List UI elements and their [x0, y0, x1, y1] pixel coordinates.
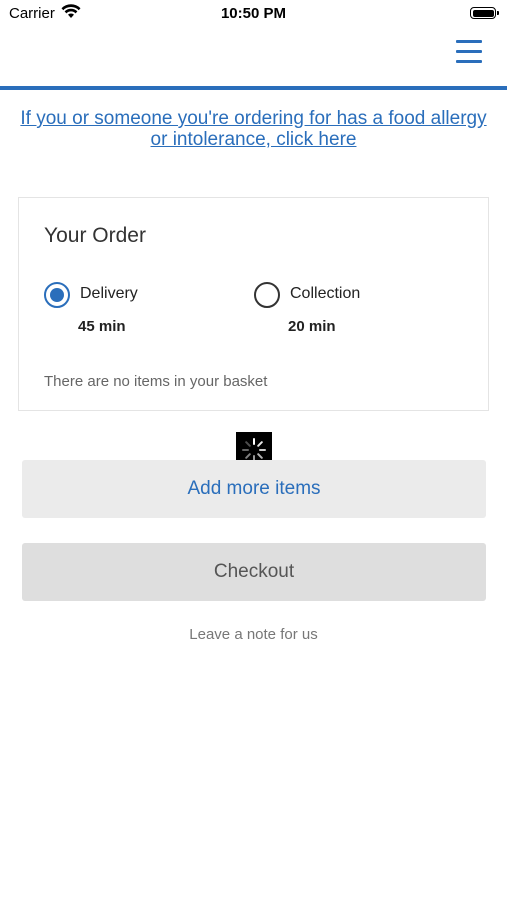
allergy-info-link[interactable]: If you or someone you're ordering for ha… [20, 108, 487, 150]
empty-basket-message: There are no items in your basket [44, 373, 268, 390]
leave-note-link[interactable]: Leave a note for us [0, 626, 507, 643]
app-header [0, 28, 507, 86]
battery-icon [470, 7, 499, 19]
delivery-radio[interactable] [44, 282, 70, 308]
clock-time: 10:50 PM [220, 5, 287, 22]
collection-radio[interactable] [254, 282, 280, 308]
status-bar: Carrier 10:50 PM [0, 0, 507, 28]
hamburger-menu-icon[interactable] [456, 40, 482, 64]
header-divider [0, 86, 507, 90]
collection-time: 20 min [288, 318, 336, 335]
checkout-button[interactable]: Checkout [22, 543, 486, 601]
delivery-label: Delivery [80, 285, 138, 302]
add-more-items-button[interactable]: Add more items [22, 460, 486, 518]
order-title: Your Order [44, 224, 146, 247]
collection-label: Collection [290, 285, 361, 302]
delivery-time: 45 min [78, 318, 126, 335]
order-card: Your Order Delivery 45 min Collection 20… [18, 197, 489, 411]
